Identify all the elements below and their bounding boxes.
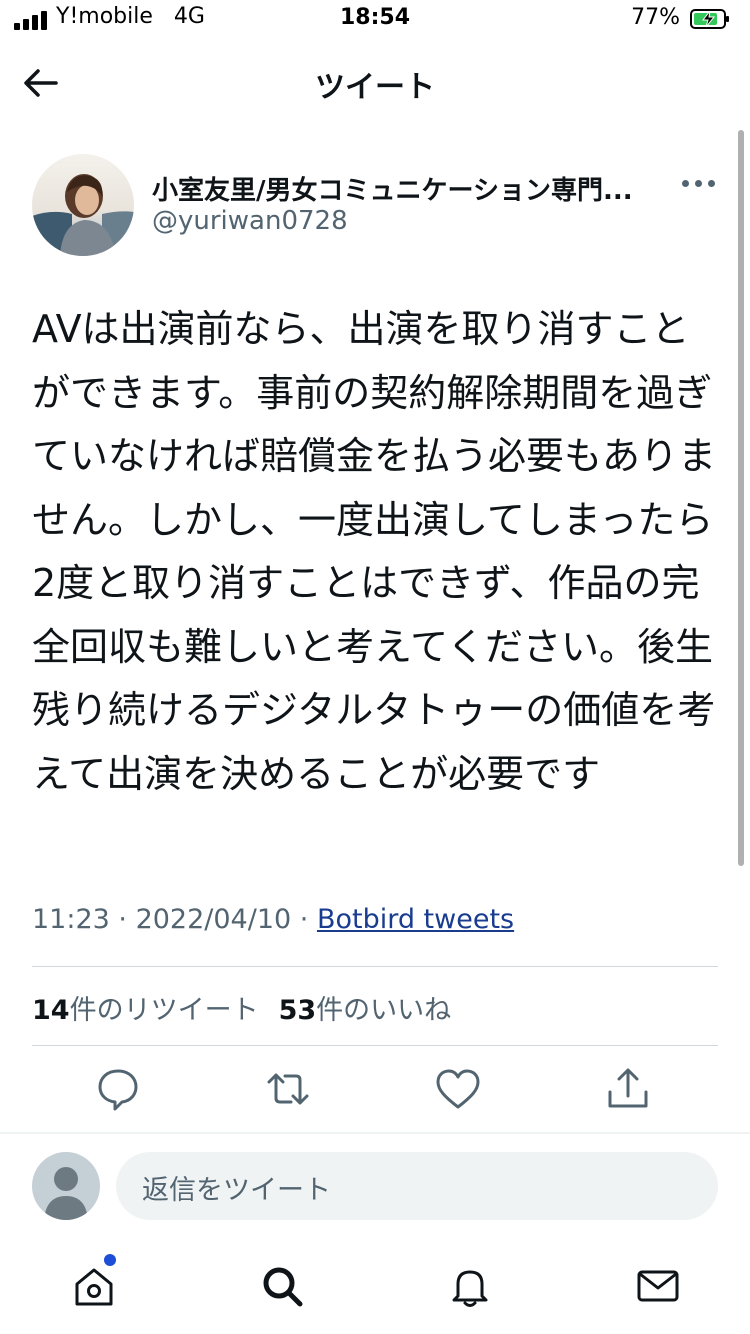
more-options-icon[interactable] — [682, 180, 722, 194]
author-avatar[interactable] — [32, 154, 134, 256]
retweets-count: 14 — [32, 995, 70, 1026]
tweet-source-link[interactable]: Botbird tweets — [317, 904, 514, 935]
notifications-icon[interactable] — [446, 1262, 494, 1310]
page-title: ツイート — [315, 70, 435, 105]
avatar-photo — [32, 154, 134, 256]
likes-label: 件のいいね — [316, 995, 452, 1026]
retweet-icon[interactable] — [261, 1062, 315, 1116]
retweets-label: 件のリツイート — [69, 995, 259, 1026]
tweet-stats: 14件のリツイート 53件のいいね — [32, 988, 451, 1027]
tweet-time: 11:23 — [32, 904, 110, 935]
like-icon[interactable] — [431, 1062, 485, 1116]
author-name[interactable]: 小室友里/男女コミュニケーション専門... — [152, 170, 672, 207]
retweets-stat[interactable]: 14件のリツイート — [32, 995, 259, 1026]
user-avatar[interactable] — [32, 1152, 100, 1220]
author-handle[interactable]: @yuriwan0728 — [152, 206, 348, 236]
notification-dot — [104, 1254, 116, 1266]
tweet-actions — [0, 1062, 750, 1116]
reply-icon[interactable] — [91, 1062, 145, 1116]
divider — [32, 966, 718, 967]
status-bar: Y!mobile 4G 18:54 77% — [0, 0, 750, 44]
tweet-text: AVは出演前なら、出演を取り消すことができます。事前の契約解除期間を過ぎていなけ… — [32, 307, 717, 796]
tweet-date: 2022/04/10 — [135, 904, 292, 935]
likes-count: 53 — [278, 995, 317, 1026]
default-avatar-icon — [44, 1167, 88, 1220]
search-icon[interactable] — [258, 1262, 306, 1310]
reply-placeholder: 返信をツイート — [142, 1175, 331, 1206]
home-icon[interactable] — [70, 1262, 118, 1310]
messages-icon[interactable] — [634, 1262, 682, 1310]
tweet-meta: 11:23 · 2022/04/10 · Botbird tweets — [32, 904, 515, 935]
share-icon[interactable] — [601, 1062, 655, 1116]
battery-charging-icon — [690, 9, 729, 29]
likes-stat[interactable]: 53件のいいね — [279, 995, 452, 1026]
scrollbar[interactable] — [738, 130, 744, 866]
battery-percent: 77% — [631, 5, 680, 30]
divider — [0, 1132, 750, 1134]
divider — [32, 1045, 718, 1046]
